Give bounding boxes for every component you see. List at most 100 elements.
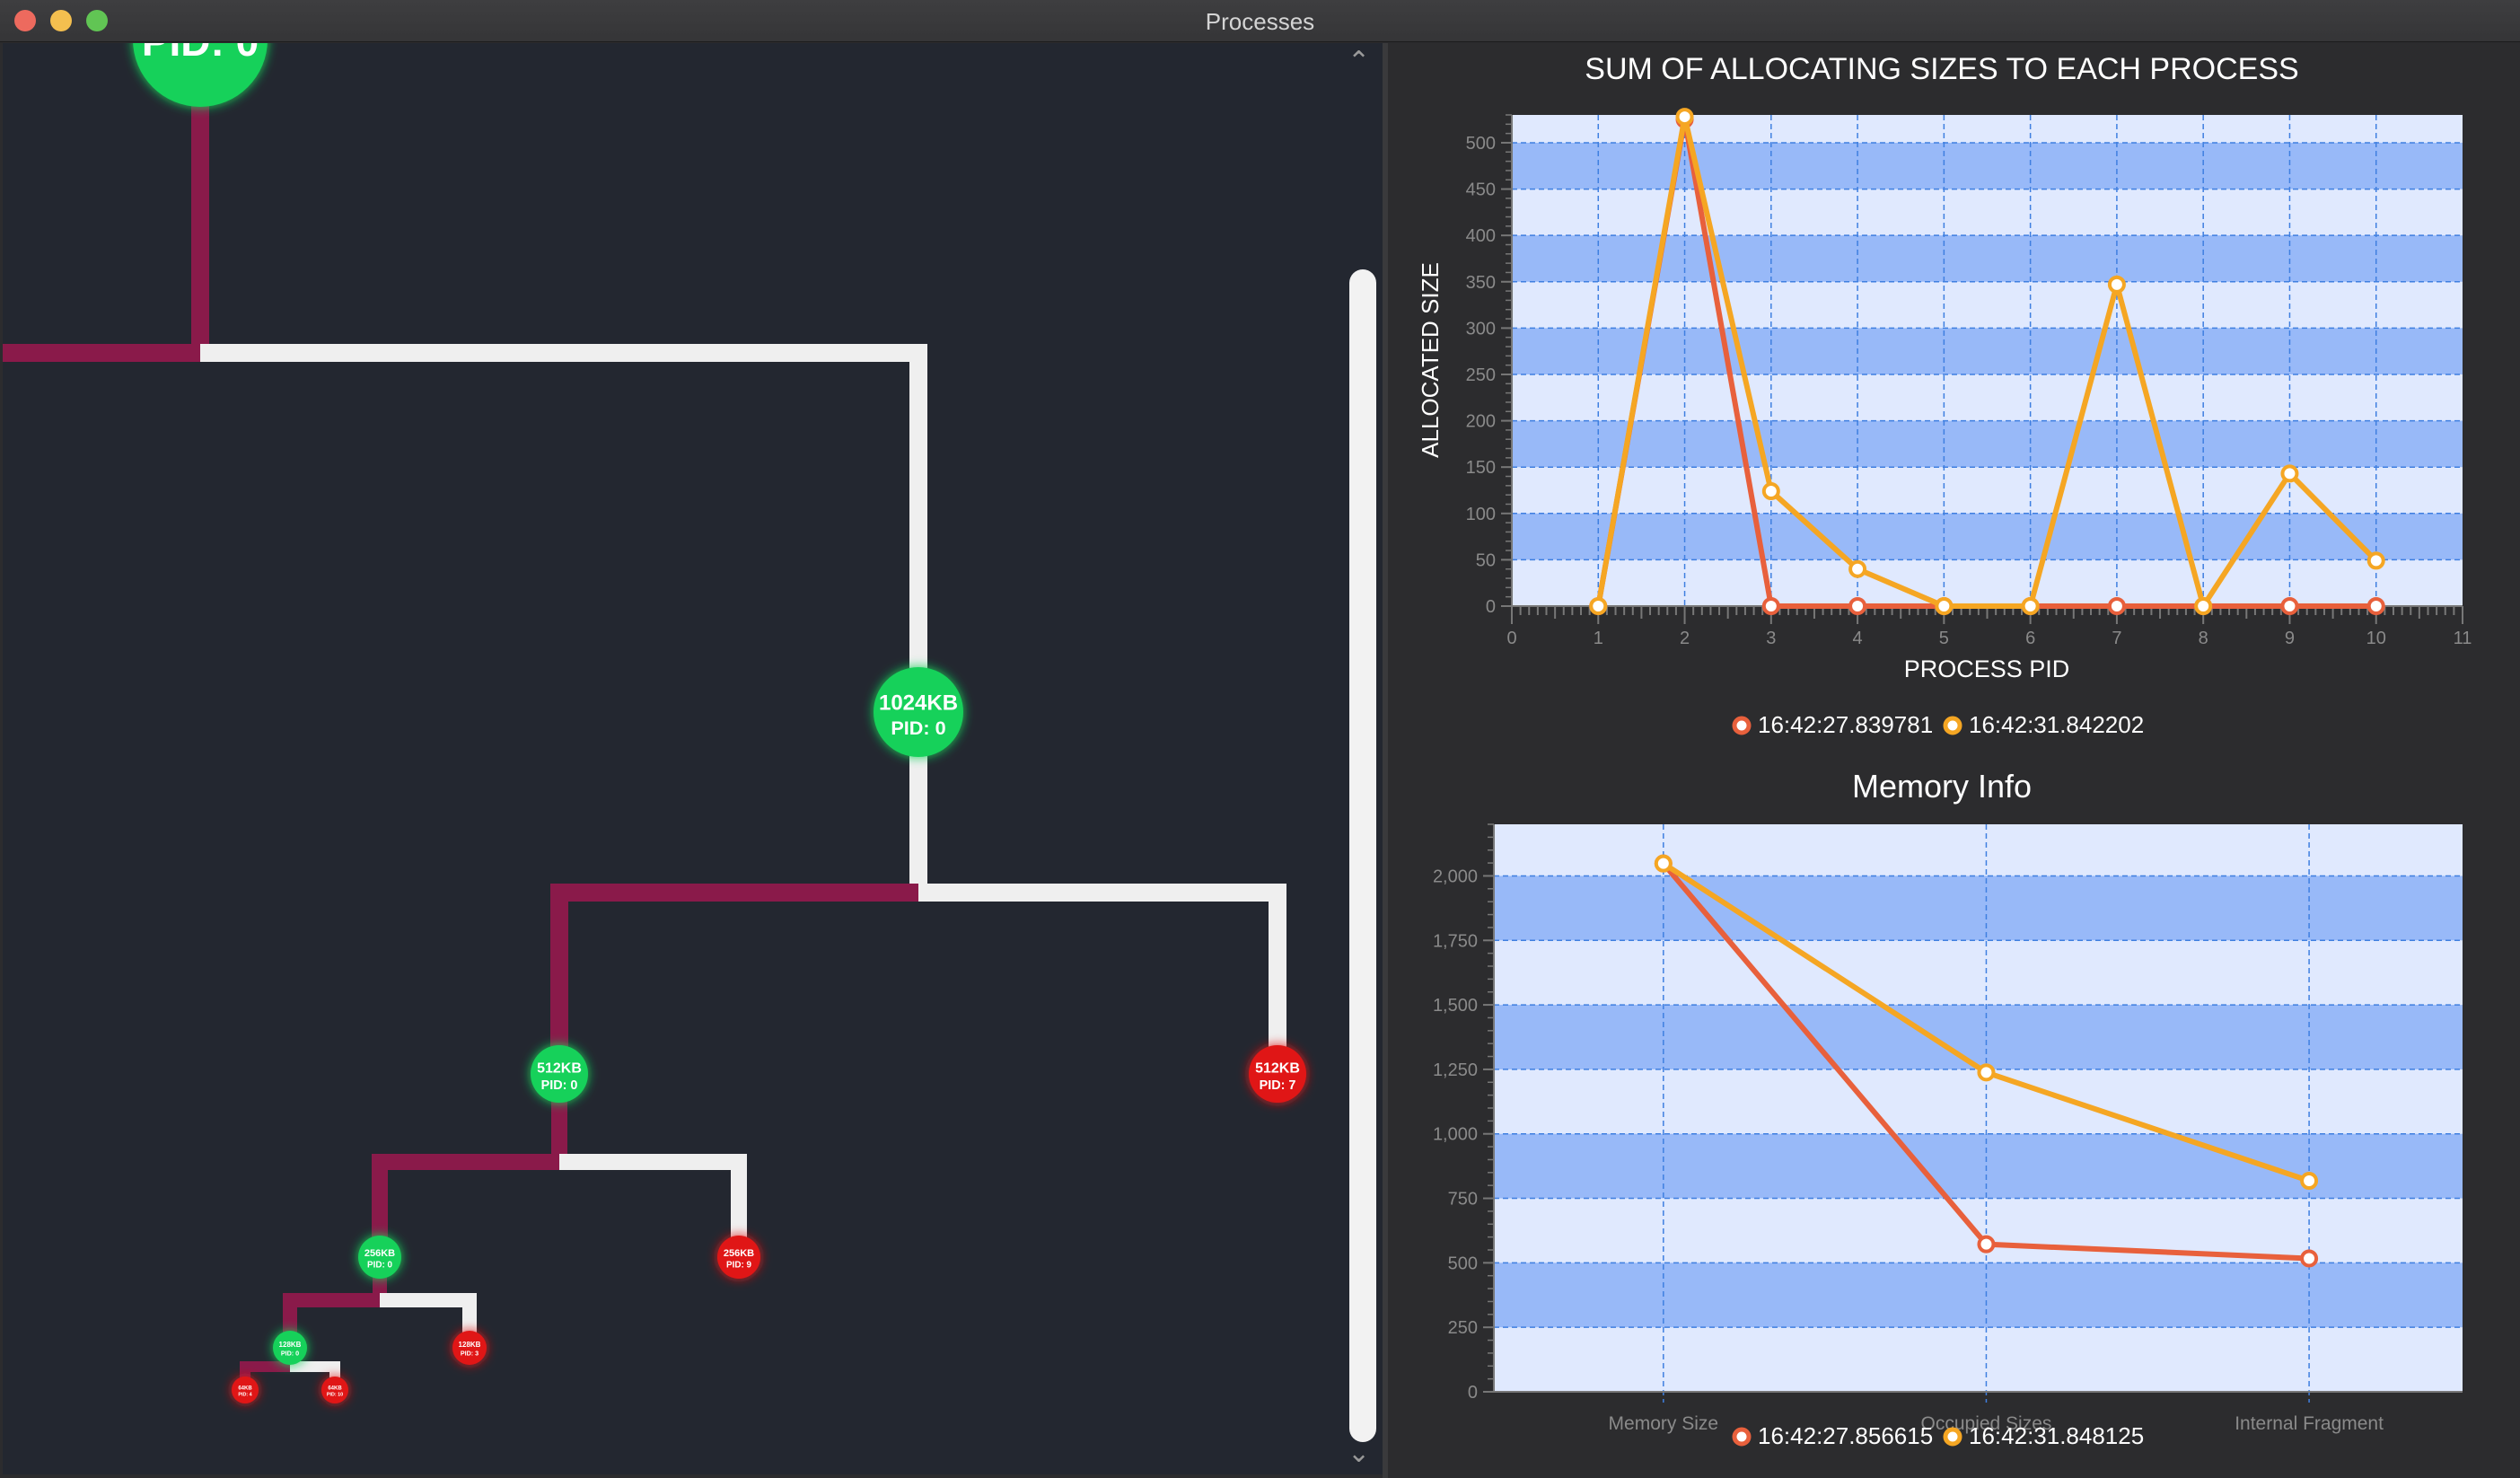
node-size-label: 256KB bbox=[364, 1248, 395, 1259]
x-tick-label: 2 bbox=[1680, 629, 1690, 648]
legend-marker bbox=[1943, 1427, 1962, 1447]
y-tick-label: 500 bbox=[1466, 134, 1496, 154]
node-size-label: 64KB bbox=[238, 1386, 252, 1391]
tree-node: 256KB PID: 0 bbox=[358, 1236, 401, 1279]
tree-node: 512KB PID: 7 bbox=[1249, 1045, 1306, 1103]
node-pid-label: PID: 0 bbox=[541, 1078, 578, 1093]
allocation-line-chart: SUM OF ALLOCATING SIZES TO EACH PROCESS 0… bbox=[1417, 52, 2472, 738]
chart-title: Memory Info bbox=[1852, 768, 2032, 805]
tree-edge bbox=[550, 884, 918, 1074]
tree-node: PID: 0 bbox=[133, 43, 268, 107]
node-pid-label: PID: 3 bbox=[461, 1349, 479, 1357]
y-tick-label: 1,000 bbox=[1433, 1125, 1478, 1145]
memory-info-chart: Memory Info 0 250 500 750 1,000 1,250 1,500 1,75… bbox=[1433, 768, 2463, 1449]
grid-band bbox=[1494, 1262, 2463, 1328]
node-pid-label: PID: 10 bbox=[327, 1392, 343, 1397]
legend-label: 16:42:31.848125 bbox=[1969, 1422, 2144, 1449]
data-point bbox=[1848, 559, 1867, 578]
legend-marker bbox=[1943, 716, 1962, 735]
node-pid-label: PID: 0 bbox=[367, 1261, 392, 1271]
y-tick-label: 150 bbox=[1466, 458, 1496, 478]
data-point bbox=[1761, 597, 1780, 615]
y-tick-label: 250 bbox=[1448, 1318, 1478, 1338]
legend-marker bbox=[1732, 1427, 1752, 1447]
x-tick-label: 1 bbox=[1594, 629, 1603, 648]
y-tick-label: 250 bbox=[1466, 365, 1496, 385]
grid-band bbox=[1494, 1005, 2463, 1069]
x-tick-label: 4 bbox=[1853, 629, 1863, 648]
x-tick-label: 5 bbox=[1939, 629, 1949, 648]
node-size-label: 1024KB bbox=[879, 691, 958, 716]
data-point bbox=[1589, 597, 1608, 615]
x-tick-label: 6 bbox=[2025, 629, 2035, 648]
vertical-scrollbar-thumb[interactable] bbox=[1349, 269, 1376, 1442]
node-pid-label: PID: 7 bbox=[1260, 1078, 1296, 1093]
data-point bbox=[1761, 482, 1780, 501]
data-point bbox=[1977, 1235, 1996, 1254]
tree-node: 128KBPID: 0 bbox=[273, 1331, 307, 1365]
data-point bbox=[1675, 108, 1694, 127]
data-point bbox=[2280, 597, 2299, 615]
y-tick-label: 50 bbox=[1476, 550, 1496, 570]
x-tick-label: 3 bbox=[1766, 629, 1776, 648]
tree-edge bbox=[200, 344, 927, 712]
tree-edge bbox=[372, 1074, 567, 1257]
charts-panel: SUM OF ALLOCATING SIZES TO EACH PROCESS 0… bbox=[1388, 43, 2520, 1478]
y-tick-label: 350 bbox=[1466, 273, 1496, 293]
y-tick-label: 450 bbox=[1466, 180, 1496, 200]
grid-band bbox=[1512, 420, 2463, 468]
y-tick-label: 500 bbox=[1448, 1254, 1478, 1273]
x-tick-label: 0 bbox=[1506, 629, 1516, 648]
data-point bbox=[1977, 1063, 1996, 1082]
node-pid-label: PID: 9 bbox=[726, 1261, 751, 1271]
x-tick-label: 7 bbox=[2112, 629, 2121, 648]
data-point bbox=[2366, 597, 2385, 615]
data-point bbox=[2300, 1172, 2319, 1191]
node-size-label: 128KB bbox=[459, 1341, 481, 1349]
x-tick-label: 9 bbox=[2285, 629, 2295, 648]
grid-band bbox=[1512, 513, 2463, 560]
y-tick-label: 1,500 bbox=[1433, 996, 1478, 1016]
data-point bbox=[2366, 551, 2385, 570]
node-pid-label: PID: 0 bbox=[891, 717, 945, 739]
scroll-up-icon[interactable]: ⌃ bbox=[1348, 48, 1370, 75]
y-tick-label: 1,750 bbox=[1433, 931, 1478, 951]
data-point bbox=[1935, 597, 1954, 615]
data-point bbox=[2021, 597, 2040, 615]
x-axis-label: PROCESS PID bbox=[1904, 655, 2070, 682]
x-tick-label: Memory Size bbox=[1609, 1413, 1719, 1434]
tree-node: 64KBPID: 4 bbox=[232, 1377, 259, 1403]
scroll-down-icon[interactable]: ⌄ bbox=[1348, 1440, 1370, 1467]
y-tick-label: 400 bbox=[1466, 226, 1496, 246]
data-point bbox=[2194, 597, 2213, 615]
node-pid-label: PID: 0 bbox=[142, 43, 259, 65]
tree-edge bbox=[559, 1154, 747, 1257]
y-tick-label: 100 bbox=[1466, 505, 1496, 524]
title-bar: Processes bbox=[0, 0, 2520, 42]
grid-band bbox=[1494, 875, 2463, 941]
node-size-label: 128KB bbox=[279, 1341, 302, 1349]
legend-label: 16:42:27.856615 bbox=[1758, 1422, 1933, 1449]
grid-band bbox=[1512, 142, 2463, 189]
node-size-label: 512KB bbox=[537, 1060, 582, 1076]
legend-label: 16:42:31.842202 bbox=[1969, 711, 2144, 738]
y-tick-label: 1,250 bbox=[1433, 1060, 1478, 1080]
data-point bbox=[2107, 597, 2126, 615]
y-tick-label: 0 bbox=[1486, 597, 1496, 617]
data-point bbox=[1654, 854, 1673, 873]
tree-node: 64KBPID: 10 bbox=[321, 1377, 348, 1403]
grid-band bbox=[1512, 328, 2463, 374]
buddy-tree-view[interactable]: PID: 01024KBPID: 0512KBPID: 0512KBPID: 7… bbox=[3, 43, 1383, 1474]
x-tick-label: 8 bbox=[2199, 629, 2208, 648]
data-point bbox=[2300, 1249, 2319, 1268]
node-size-label: 64KB bbox=[328, 1386, 342, 1391]
y-tick-label: 0 bbox=[1468, 1383, 1478, 1403]
legend-marker bbox=[1732, 716, 1752, 735]
y-tick-label: 300 bbox=[1466, 319, 1496, 339]
data-point bbox=[1848, 597, 1867, 615]
y-tick-label: 2,000 bbox=[1433, 867, 1478, 886]
data-point bbox=[2107, 275, 2126, 294]
tree-node: 256KB PID: 9 bbox=[717, 1236, 760, 1279]
buddy-tree-canvas: PID: 01024KBPID: 0512KBPID: 0512KBPID: 7… bbox=[3, 43, 1306, 1403]
tree-node: 128KBPID: 3 bbox=[452, 1331, 487, 1365]
